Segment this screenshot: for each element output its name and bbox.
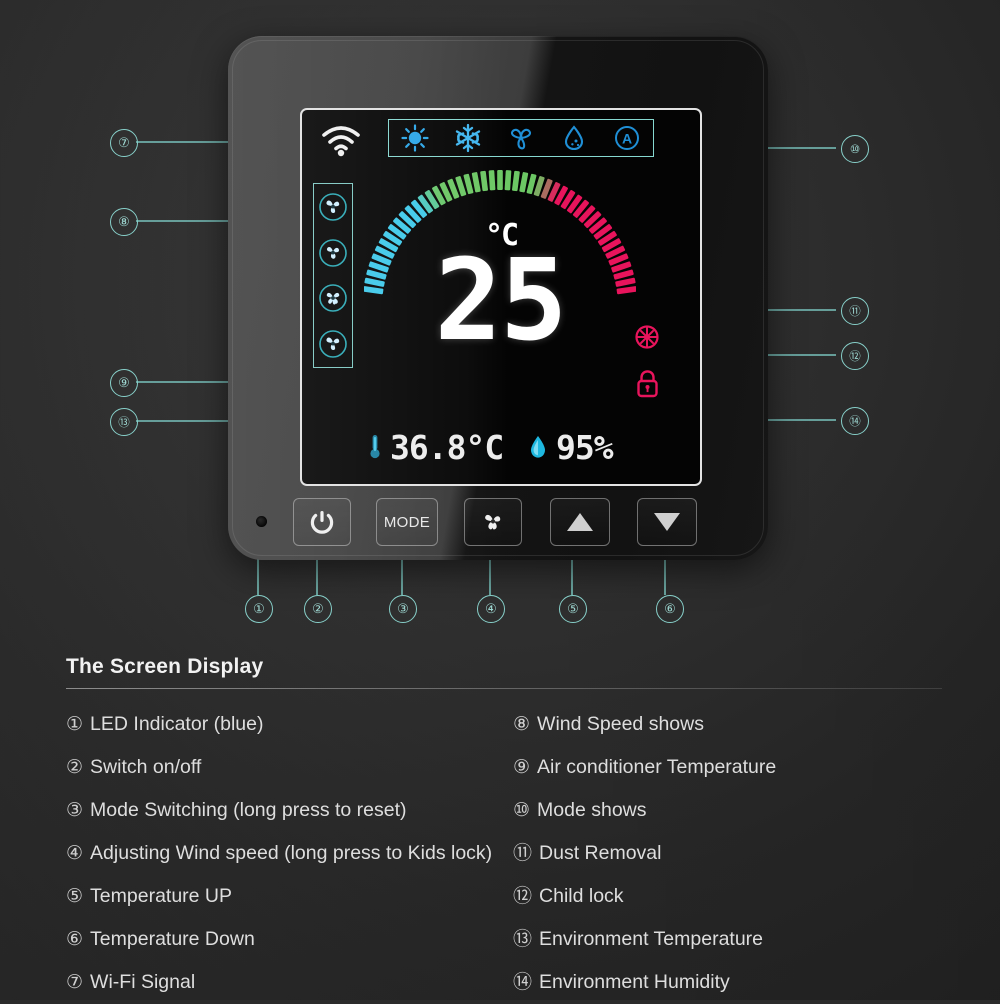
legend-item-label: Dust Removal [539, 842, 662, 864]
gauge-tick [519, 172, 529, 193]
legend-item: ⑩ Mode shows [513, 789, 942, 832]
mode-indicator-bar: A [388, 119, 654, 157]
legend-item-label: Environment Temperature [539, 928, 764, 950]
mode-auto-icon[interactable]: A [605, 123, 649, 153]
fan-speed-button[interactable] [464, 498, 522, 546]
mode-fan-icon[interactable] [499, 123, 543, 153]
thermometer-icon [370, 435, 380, 459]
legend-item-label: Wi-Fi Signal [90, 971, 196, 993]
temperature-gauge-arc [364, 170, 636, 295]
legend-item: ⑬ Environment Temperature [513, 918, 942, 961]
legend-item-label: Mode Switching (long press to reset) [90, 799, 407, 821]
legend-item-label: Mode shows [537, 799, 647, 821]
legend-item-number: ⑥ [66, 929, 84, 950]
legend-item: ⑭ Environment Humidity [513, 961, 942, 1004]
gauge-tick [511, 170, 520, 192]
legend-item-number: ⑩ [513, 800, 531, 821]
led-indicator [256, 516, 267, 527]
legend-item-label: Wind Speed shows [537, 713, 704, 735]
legend-item: ⑤ Temperature UP [66, 875, 495, 918]
environment-temperature: 36.8°C [368, 427, 504, 467]
legend-item: ⑨ Air conditioner Temperature [513, 746, 942, 789]
wind-level-3-fan-icon [318, 283, 348, 313]
legend-item-label: Switch on/off [90, 756, 202, 778]
gauge-tick [504, 170, 512, 191]
gauge-tick [364, 277, 385, 287]
legend-column-right: ⑧ Wind Speed shows ⑨ Air conditioner Temper… [495, 703, 942, 1004]
legend-item-number: ⑨ [513, 757, 531, 778]
padlock-icon [634, 368, 661, 400]
legend-item: ⑪ Dust Removal [513, 832, 942, 875]
dust-removal-icon [632, 322, 662, 352]
legend-item: ⑥ Temperature Down [66, 918, 495, 961]
triangle-down-icon [654, 513, 680, 531]
legend-item: ⑫ Child lock [513, 875, 942, 918]
legend-item: ⑦ Wi-Fi Signal [66, 961, 495, 1004]
wind-level-1-fan-icon [318, 192, 348, 222]
legend-column-left: ① LED Indicator (blue) ② Switch on/off ③ Mode… [66, 703, 495, 1004]
temp-up-button[interactable] [550, 498, 610, 546]
legend-item-number: ⑬ [513, 929, 533, 950]
power-icon [310, 511, 334, 534]
wind-speed-indicator [313, 183, 353, 368]
power-button[interactable] [293, 498, 351, 546]
humidity-drop-icon [531, 436, 545, 458]
legend-divider [66, 688, 942, 689]
gauge-tick [615, 277, 636, 287]
legend-item-label: Temperature Down [90, 928, 255, 950]
legend-item: ② Switch on/off [66, 746, 495, 789]
legend-item-number: ⑤ [66, 886, 84, 907]
mode-button[interactable]: MODE [376, 498, 438, 546]
legend-item: ① LED Indicator (blue) [66, 703, 495, 746]
gauge-tick [488, 170, 496, 191]
environment-humidity: 95% [528, 427, 614, 467]
mode-button-label: MODE [383, 513, 431, 531]
legend-item: ④ Adjusting Wind speed (long press to Kid… [66, 832, 495, 875]
environment-temperature-value: 36.8°C [390, 427, 504, 467]
legend-item: ⑧ Wind Speed shows [513, 703, 942, 746]
mode-cool-icon[interactable] [446, 123, 490, 153]
environment-humidity-value: 95% [556, 427, 614, 467]
legend-item-number: ⑭ [513, 972, 533, 993]
legend-item-number: ① [66, 714, 84, 735]
gauge-tick [471, 172, 481, 193]
legend-item-number: ③ [66, 800, 84, 821]
legend-item-label: Temperature UP [90, 885, 233, 907]
legend-item-number: ⑪ [513, 843, 533, 864]
legend-title: The Screen Display [66, 655, 264, 678]
button-row: MODE [228, 498, 768, 554]
gauge-tick [616, 286, 636, 295]
wifi-signal-icon [318, 118, 364, 158]
mode-dry-icon[interactable] [552, 123, 596, 153]
legend-item-label: Environment Humidity [539, 971, 730, 993]
environment-readout: 36.8°C 95% [302, 424, 700, 470]
thermostat-device: A °C 25 36.8°C 95% MODE [228, 36, 768, 560]
legend-item-number: ② [66, 757, 84, 778]
legend-item-number: ⑧ [513, 714, 531, 735]
legend-item-label: Adjusting Wind speed (long press to Kids… [90, 842, 493, 864]
gauge-tick [497, 170, 503, 190]
wind-level-2-fan-icon [318, 238, 348, 268]
svg-text:A: A [622, 131, 632, 147]
legend-item-label: Child lock [539, 885, 624, 907]
legend-item: ③ Mode Switching (long press to reset) [66, 789, 495, 832]
gauge-tick [364, 286, 384, 295]
gauge-tick [480, 170, 489, 192]
legend-item-number: ⑫ [513, 886, 533, 907]
wind-level-4-fan-icon [318, 329, 348, 359]
legend-section: The Screen Display ① LED Indicator (blue)… [66, 655, 942, 1004]
legend-item-label: Air conditioner Temperature [537, 756, 777, 778]
temp-down-button[interactable] [637, 498, 697, 546]
triangle-up-icon [567, 513, 593, 531]
legend-item-number: ④ [66, 843, 84, 864]
lcd-screen: A °C 25 36.8°C 95% [300, 108, 702, 486]
mode-heat-icon[interactable] [393, 123, 437, 153]
fan-icon [485, 514, 501, 530]
legend-item-number: ⑦ [66, 972, 84, 993]
legend-item-label: LED Indicator (blue) [90, 713, 264, 735]
